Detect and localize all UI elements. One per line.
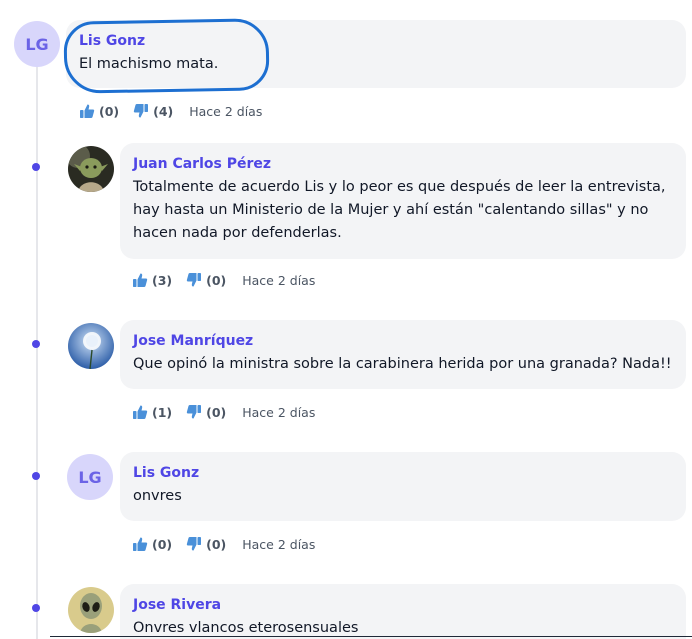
thread-dot <box>32 163 40 171</box>
avatar-initials: LG <box>25 34 49 54</box>
thumbs-down-icon <box>186 537 202 551</box>
like-button[interactable]: (1) <box>132 404 172 420</box>
comment-author[interactable]: Jose Manríquez <box>133 332 673 350</box>
comment-text: Que opinó la ministra sobre la carabiner… <box>133 356 672 372</box>
like-count: (0) <box>152 536 173 552</box>
dislike-count: (0) <box>206 536 227 552</box>
dislike-count: (0) <box>206 272 227 288</box>
alien-avatar-icon <box>68 587 114 633</box>
dislike-button[interactable]: (4) <box>133 103 173 119</box>
like-count: (3) <box>152 272 173 288</box>
thread-dot <box>32 340 40 348</box>
avatar[interactable]: LG <box>67 454 113 500</box>
dislike-button[interactable]: (0) <box>186 272 226 288</box>
comment-text: Totalmente de acuerdo Lis y lo peor es q… <box>133 179 666 241</box>
comment-actions: (1) (0) Hace 2 días <box>132 403 315 421</box>
comment-author[interactable]: Juan Carlos Pérez <box>133 155 673 173</box>
like-count: (1) <box>152 404 173 420</box>
comment-actions: (0) (4) Hace 2 días <box>79 102 262 120</box>
dislike-button[interactable]: (0) <box>186 404 226 420</box>
avatar-initials: LG <box>78 467 102 487</box>
comment-timestamp: Hace 2 días <box>189 103 263 119</box>
dandelion-avatar-icon <box>68 323 114 369</box>
avatar[interactable] <box>68 323 114 369</box>
like-button[interactable]: (0) <box>79 103 119 119</box>
comment-bubble: Jose Manríquez Que opinó la ministra sob… <box>120 320 686 389</box>
comment-timestamp: Hace 2 días <box>242 404 316 420</box>
thumbs-up-icon <box>133 405 148 419</box>
comment-actions: (3) (0) Hace 2 días <box>132 271 315 289</box>
dislike-count: (0) <box>206 404 227 420</box>
thread-line <box>36 62 38 639</box>
dislike-count: (4) <box>153 103 174 119</box>
comment-text: onvres <box>133 488 182 504</box>
comment-author[interactable]: Lis Gonz <box>133 464 673 482</box>
thumbs-up-icon <box>133 273 148 287</box>
like-button[interactable]: (3) <box>132 272 172 288</box>
dislike-button[interactable]: (0) <box>186 536 226 552</box>
comment-bubble: Jose Rivera Onvres vlancos eterosensuale… <box>120 584 686 639</box>
thumbs-down-icon <box>186 273 202 287</box>
like-button[interactable]: (0) <box>132 536 172 552</box>
comment-timestamp: Hace 2 días <box>242 536 316 552</box>
thread-dot <box>32 472 40 480</box>
thread-dot <box>32 604 40 612</box>
avatar[interactable] <box>68 146 114 192</box>
comment-timestamp: Hace 2 días <box>242 272 316 288</box>
annotation-circle <box>63 18 270 94</box>
comment-actions: (0) (0) Hace 2 días <box>132 535 315 553</box>
avatar[interactable]: LG <box>14 21 60 67</box>
like-count: (0) <box>99 103 120 119</box>
comment-author[interactable]: Jose Rivera <box>133 596 673 614</box>
comment-bubble: Juan Carlos Pérez Totalmente de acuerdo … <box>120 143 686 259</box>
thumbs-up-icon <box>80 104 95 118</box>
avatar[interactable] <box>68 587 114 633</box>
yoda-avatar-icon <box>68 146 114 192</box>
divider <box>50 636 692 637</box>
thumbs-up-icon <box>133 537 148 551</box>
thumbs-down-icon <box>133 104 149 118</box>
thumbs-down-icon <box>186 405 202 419</box>
comment-bubble: Lis Gonz onvres <box>120 452 686 521</box>
